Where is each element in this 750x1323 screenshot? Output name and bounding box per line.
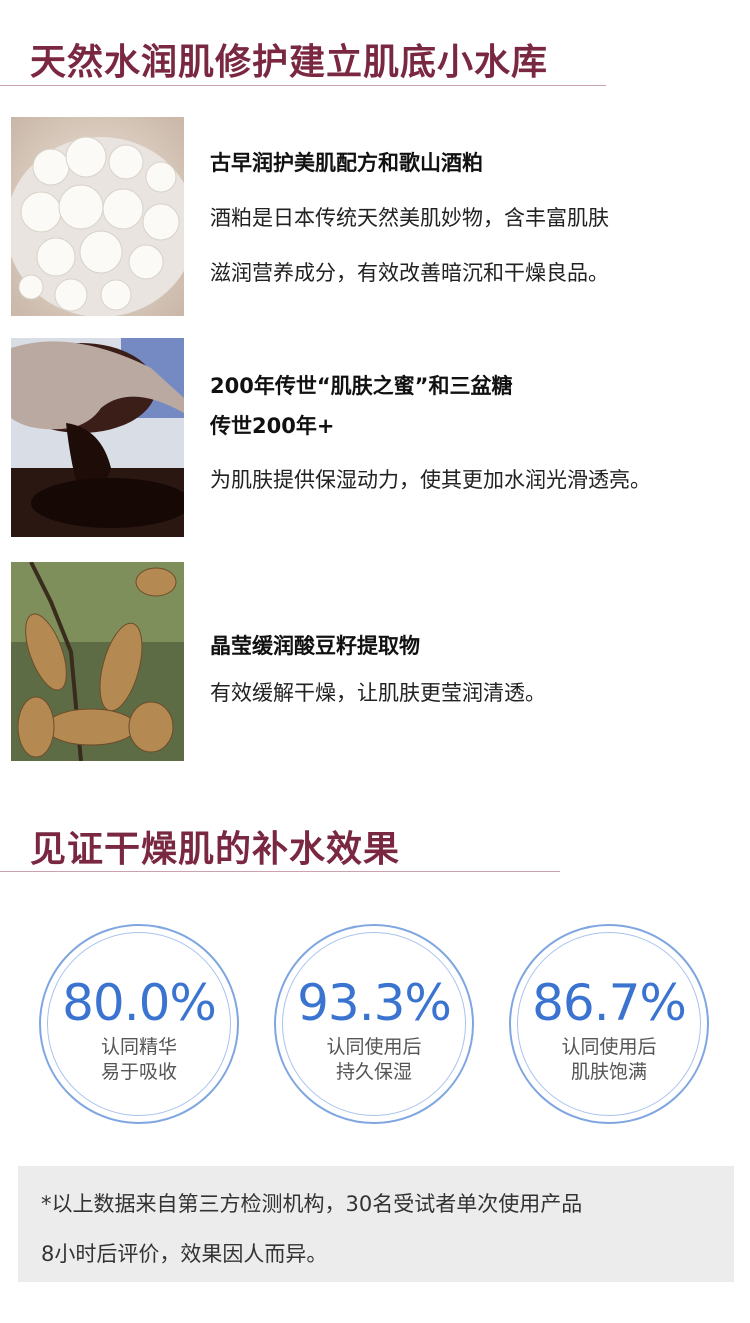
ingredient-subtitle: 传世200年+ [210,414,335,438]
disclaimer-box: *以上数据来自第三方检测机构，30名受试者单次使用产品 8小时后评价，效果因人而… [18,1166,734,1282]
disclaimer-text: *以上数据来自第三方检测机构，30名受试者单次使用产品 [41,1192,583,1216]
stat-value: 80.0% [62,974,217,1032]
stat-caption: 易于吸收 [100,1061,177,1083]
ingredient-description: 滋润营养成分，有效改善暗沉和干燥良品。 [210,261,609,285]
ingredient-description: 为肌肤提供保湿动力，使其更加水润光滑透亮。 [210,468,651,492]
stat-circle: 80.0% 认同精华 易于吸收 [39,924,239,1124]
title-divider [0,85,606,86]
stat-circle: 86.7% 认同使用后 肌肤饱满 [509,924,709,1124]
ingredient-description: 有效缓解干燥，让肌肤更莹润清透。 [210,681,546,705]
title-divider [0,871,560,872]
stat-caption: 认同使用后 [561,1036,657,1058]
stat-value: 93.3% [297,974,452,1032]
stat-caption: 认同使用后 [326,1036,422,1058]
stat-caption: 肌肤饱满 [570,1061,647,1083]
disclaimer-text: 8小时后评价，效果因人而异。 [41,1242,328,1266]
tamarind-image [11,562,184,761]
ingredient-title: 古早润护美肌配方和歌山酒粕 [210,151,483,175]
ingredient-description: 酒粕是日本传统天然美肌妙物，含丰富肌肤 [210,206,609,230]
stat-caption: 认同精华 [100,1036,177,1058]
section-title-moisture-repair: 天然水润肌修护建立肌底小水库 [30,42,549,83]
section-title-hydration-results: 见证干燥肌的补水效果 [30,829,401,870]
stat-caption: 持久保湿 [335,1061,412,1083]
ingredient-title: 200年传世“肌肤之蜜”和三盆糖 [210,374,513,398]
stat-value: 86.7% [532,974,687,1032]
sake-lees-image [11,117,184,316]
ingredient-title: 晶莹缓润酸豆籽提取物 [210,634,420,658]
stat-circle: 93.3% 认同使用后 持久保湿 [274,924,474,1124]
sugar-syrup-image [11,338,184,537]
